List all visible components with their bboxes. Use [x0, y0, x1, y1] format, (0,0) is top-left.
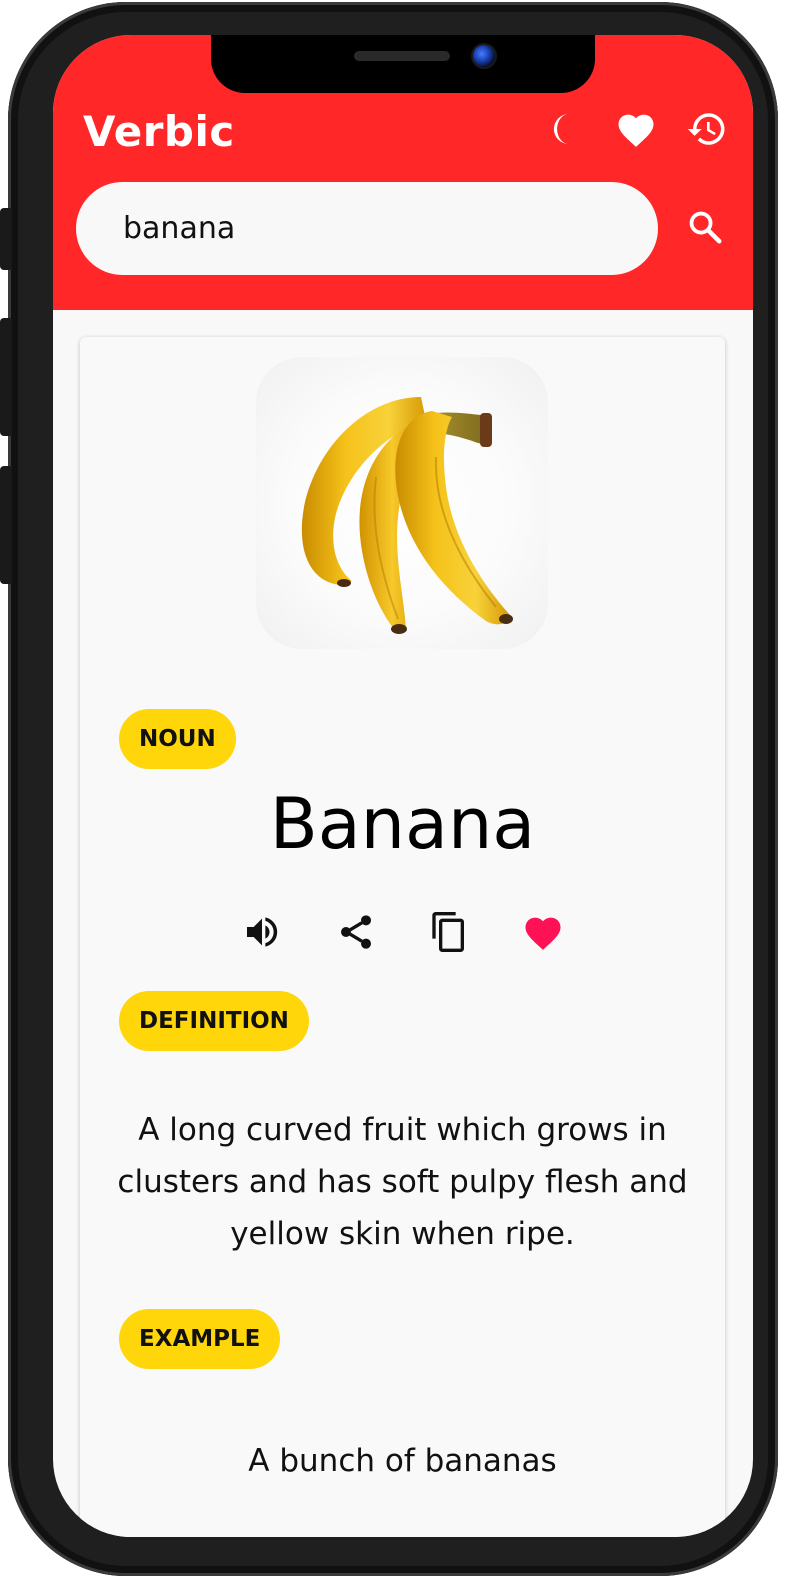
search-input[interactable]	[123, 204, 623, 252]
side-button-volume-down	[0, 466, 12, 584]
example-text: A bunch of bananas	[248, 1443, 557, 1479]
earpiece-speaker	[354, 51, 450, 61]
search-field[interactable]	[76, 182, 658, 275]
phone-body: Verbic banana NOUN Banana DEFINITION A l…	[0, 2, 778, 1576]
side-button-mute	[0, 208, 12, 270]
part-of-speech-badge: NOUN	[119, 709, 236, 769]
device-notch	[211, 35, 595, 93]
app-screen: Verbic banana NOUN Banana DEFINITION A l…	[53, 35, 753, 1537]
share-icon[interactable]	[332, 908, 380, 956]
copy-icon[interactable]	[425, 908, 473, 956]
definition-badge: DEFINITION	[119, 991, 309, 1051]
moon-icon[interactable]	[541, 105, 589, 153]
definition-text: A long curved fruit which grows in clust…	[117, 1112, 688, 1252]
history-icon[interactable]	[683, 105, 731, 153]
word-title: Banana	[269, 783, 536, 865]
search-icon[interactable]	[683, 205, 727, 249]
app-title: Verbic	[83, 107, 235, 156]
speaker-icon[interactable]	[238, 908, 286, 956]
side-button-volume-up	[0, 318, 12, 436]
front-camera	[473, 45, 495, 67]
word-card: NOUN Banana DEFINITION A long curved fru…	[80, 337, 725, 1537]
device-frame: Verbic banana NOUN Banana DEFINITION A l…	[0, 0, 785, 1580]
heart-icon[interactable]	[612, 105, 660, 153]
example-badge: EXAMPLE	[119, 1309, 281, 1369]
word-image	[256, 357, 548, 649]
favorite-heart-icon[interactable]	[519, 908, 567, 956]
